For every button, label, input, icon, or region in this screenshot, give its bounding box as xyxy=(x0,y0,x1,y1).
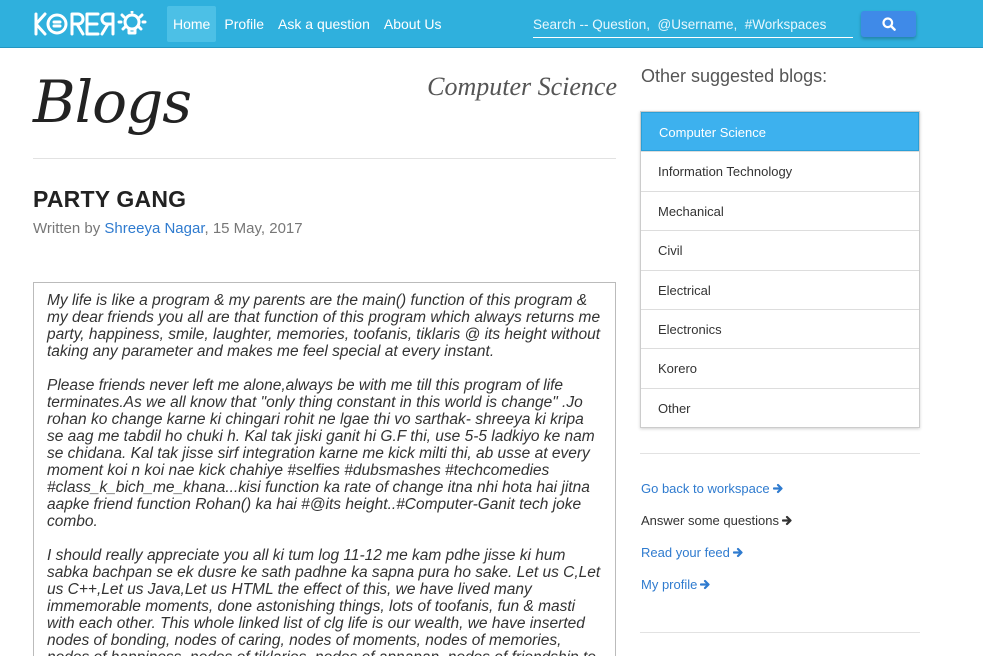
suggested-blogs-list: Computer Science Information Technology … xyxy=(640,111,920,429)
suggested-blogs-heading: Other suggested blogs: xyxy=(641,66,828,86)
top-navbar: Home Profile Ask a question About Us xyxy=(0,0,983,48)
answer-questions-link[interactable]: Answer some questions xyxy=(641,512,793,544)
search-icon xyxy=(881,17,896,31)
post-title: PARTY GANG xyxy=(33,186,187,212)
blog-item-mechanical[interactable]: Mechanical xyxy=(641,190,919,230)
nav-about-us[interactable]: About Us xyxy=(378,6,448,42)
author-link[interactable]: Shreeya Nagar xyxy=(104,220,204,237)
my-profile-link[interactable]: My profile xyxy=(641,576,793,608)
korero-logo[interactable] xyxy=(33,10,155,38)
blog-item-electrical[interactable]: Electrical xyxy=(641,269,919,309)
nav-profile[interactable]: Profile xyxy=(218,6,270,42)
title-divider xyxy=(33,158,616,159)
post-paragraph: My life is like a program & my parents a… xyxy=(47,292,601,360)
arrow-right-icon xyxy=(782,515,792,526)
blog-item-civil[interactable]: Civil xyxy=(641,230,919,269)
post-date: , 15 May, 2017 xyxy=(204,220,303,237)
search-button[interactable] xyxy=(861,11,916,37)
blog-item-computer-science[interactable]: Computer Science xyxy=(641,112,919,152)
post-byline: Written by Shreeya Nagar, 15 May, 2017 xyxy=(33,220,303,237)
link-label: Answer some questions xyxy=(641,513,780,528)
link-label: Read your feed xyxy=(641,545,730,560)
korero-logo-icon xyxy=(34,11,147,36)
arrow-right-icon xyxy=(772,483,783,494)
blog-item-korero[interactable]: Korero xyxy=(641,348,919,387)
blog-item-electronics[interactable]: Electronics xyxy=(641,308,919,348)
sidebar-divider-bottom xyxy=(640,632,920,633)
arrow-right-icon xyxy=(700,579,710,590)
blog-item-information-technology[interactable]: Information Technology xyxy=(641,151,919,190)
post-paragraph: I should really appreciate you all ki tu… xyxy=(47,547,601,656)
blog-item-other[interactable]: Other xyxy=(641,387,919,427)
post-paragraph: Please friends never left me alone,alway… xyxy=(47,377,595,530)
nav-links: Home Profile Ask a question About Us xyxy=(167,6,449,42)
nav-ask-question[interactable]: Ask a question xyxy=(272,6,376,42)
sidebar-divider xyxy=(640,453,920,454)
link-label: Go back to workspace xyxy=(641,481,770,496)
page-title: Blogs xyxy=(33,68,192,136)
quick-links: Go back to workspace Answer some questio… xyxy=(641,480,793,608)
search-input[interactable] xyxy=(533,11,853,38)
nav-home[interactable]: Home xyxy=(167,6,217,42)
post-content: My life is like a program & my parents a… xyxy=(33,282,616,656)
blog-category-label: Computer Science xyxy=(427,72,617,101)
link-label: My profile xyxy=(641,577,698,592)
go-back-workspace-link[interactable]: Go back to workspace xyxy=(641,480,793,512)
arrow-right-icon xyxy=(732,547,743,558)
read-feed-link[interactable]: Read your feed xyxy=(641,544,793,576)
byline-prefix: Written by xyxy=(33,220,105,237)
